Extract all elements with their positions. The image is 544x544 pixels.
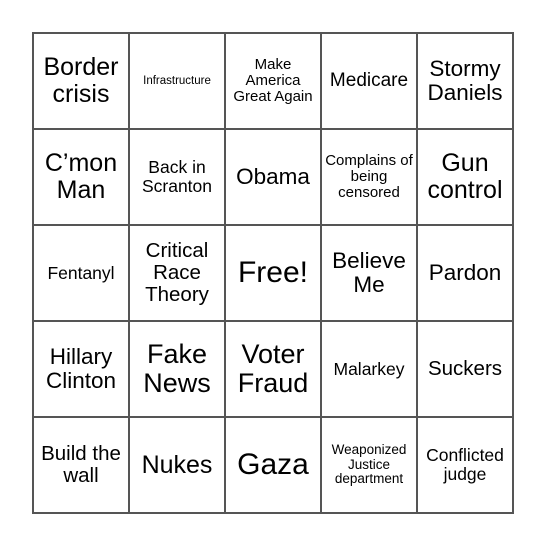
bingo-card: Border crisis Infrastructure Make Americ…: [32, 32, 514, 514]
bingo-cell[interactable]: Hillary Clinton: [32, 320, 130, 418]
bingo-cell[interactable]: Complains of being censored: [320, 128, 418, 226]
bingo-row: Hillary Clinton Fake News Voter Fraud Ma…: [32, 320, 514, 418]
bingo-cell[interactable]: Critical Race Theory: [128, 224, 226, 322]
bingo-cell[interactable]: Weaponized Justice department: [320, 416, 418, 514]
bingo-cell[interactable]: Border crisis: [32, 32, 130, 130]
bingo-cell[interactable]: C’mon Man: [32, 128, 130, 226]
bingo-cell[interactable]: Stormy Daniels: [416, 32, 514, 130]
bingo-cell[interactable]: Back in Scranton: [128, 128, 226, 226]
bingo-cell[interactable]: Gun control: [416, 128, 514, 226]
bingo-row: Build the wall Nukes Gaza Weaponized Jus…: [32, 416, 514, 514]
free-space-cell[interactable]: Free!: [224, 224, 322, 322]
bingo-cell[interactable]: Suckers: [416, 320, 514, 418]
bingo-cell[interactable]: Make America Great Again: [224, 32, 322, 130]
bingo-cell[interactable]: Pardon: [416, 224, 514, 322]
bingo-cell[interactable]: Gaza: [224, 416, 322, 514]
bingo-cell[interactable]: Fake News: [128, 320, 226, 418]
bingo-cell[interactable]: Obama: [224, 128, 322, 226]
bingo-row: Fentanyl Critical Race Theory Free! Beli…: [32, 224, 514, 322]
bingo-cell[interactable]: Malarkey: [320, 320, 418, 418]
bingo-row: Border crisis Infrastructure Make Americ…: [32, 32, 514, 130]
bingo-row: C’mon Man Back in Scranton Obama Complai…: [32, 128, 514, 226]
bingo-cell[interactable]: Believe Me: [320, 224, 418, 322]
bingo-cell[interactable]: Infrastructure: [128, 32, 226, 130]
bingo-cell[interactable]: Voter Fraud: [224, 320, 322, 418]
bingo-cell[interactable]: Medicare: [320, 32, 418, 130]
bingo-cell[interactable]: Build the wall: [32, 416, 130, 514]
bingo-cell[interactable]: Fentanyl: [32, 224, 130, 322]
bingo-cell[interactable]: Nukes: [128, 416, 226, 514]
bingo-cell[interactable]: Conflicted judge: [416, 416, 514, 514]
